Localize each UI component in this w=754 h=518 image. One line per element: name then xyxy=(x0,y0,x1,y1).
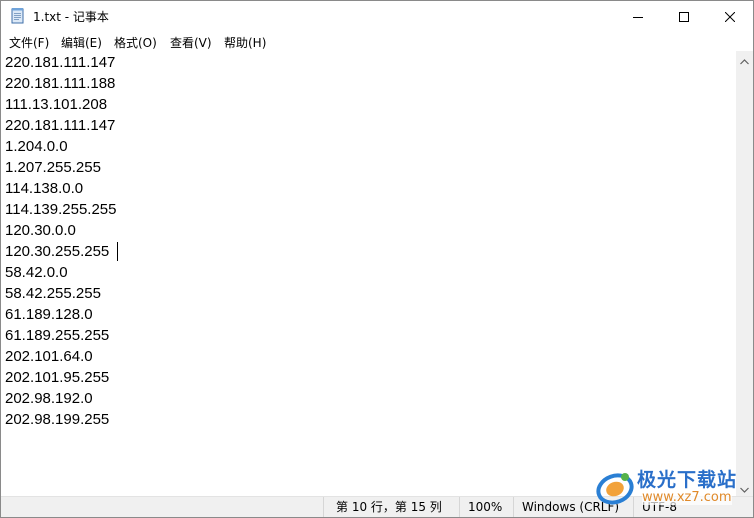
text-line: 58.42.0.0 xyxy=(5,264,68,281)
text-line: 220.181.111.147 xyxy=(5,117,116,134)
text-line: 202.98.199.255 xyxy=(5,411,110,428)
text-line: 202.101.64.0 xyxy=(5,348,93,365)
text-line: 1.207.255.255 xyxy=(5,159,101,176)
text-line: 61.189.255.255 xyxy=(5,327,110,344)
scroll-down-button[interactable] xyxy=(736,479,753,496)
minimize-button[interactable] xyxy=(615,1,661,31)
menu-view[interactable]: 查看(V) xyxy=(170,34,212,51)
menu-edit[interactable]: 编辑(E) xyxy=(61,34,102,51)
maximize-icon xyxy=(679,7,689,26)
text-line: 220.181.111.188 xyxy=(5,75,116,92)
encoding: UTF-8 xyxy=(633,497,693,517)
zoom-level: 100% xyxy=(459,497,513,517)
text-line: 111.13.101.208 xyxy=(5,96,108,113)
chevron-down-icon xyxy=(740,478,749,497)
text-line: 58.42.255.255 xyxy=(5,285,101,302)
text-line: 202.101.95.255 xyxy=(5,369,110,386)
text-line: 202.98.192.0 xyxy=(5,390,93,407)
menu-help[interactable]: 帮助(H) xyxy=(224,34,266,51)
text-caret xyxy=(117,242,118,261)
maximize-button[interactable] xyxy=(661,1,707,31)
notepad-icon xyxy=(10,7,26,24)
text-line: 220.181.111.147 xyxy=(5,54,116,71)
title-bar[interactable]: 1.txt - 记事本 xyxy=(1,1,753,31)
line-ending: Windows (CRLF) xyxy=(513,497,633,517)
text-line: 114.138.0.0 xyxy=(5,180,84,197)
text-line: 120.30.255.255 xyxy=(5,243,110,260)
minimize-icon xyxy=(633,7,643,26)
vertical-scrollbar[interactable] xyxy=(736,51,753,496)
text-line: 120.30.0.0 xyxy=(5,222,76,239)
notepad-window: 1.txt - 记事本 文件(F) 编辑(E) 格式(O) 查看(V) 帮助(H… xyxy=(0,0,754,518)
chevron-up-icon xyxy=(740,50,749,69)
text-line: 61.189.128.0 xyxy=(5,306,93,323)
menu-format[interactable]: 格式(O) xyxy=(114,34,157,51)
text-line: 1.204.0.0 xyxy=(5,138,68,155)
close-button[interactable] xyxy=(707,1,753,31)
menu-bar: 文件(F) 编辑(E) 格式(O) 查看(V) 帮助(H) xyxy=(1,31,753,51)
cursor-position: 第 10 行，第 15 列 xyxy=(323,497,459,517)
close-icon xyxy=(724,7,736,26)
menu-file[interactable]: 文件(F) xyxy=(9,34,49,51)
text-editor[interactable]: 220.181.111.147 220.181.111.188 111.13.1… xyxy=(1,51,736,496)
text-line: 114.139.255.255 xyxy=(5,201,117,218)
status-bar: 第 10 行，第 15 列 100% Windows (CRLF) UTF-8 xyxy=(1,496,753,517)
scroll-up-button[interactable] xyxy=(736,51,753,68)
window-title: 1.txt - 记事本 xyxy=(33,10,109,24)
